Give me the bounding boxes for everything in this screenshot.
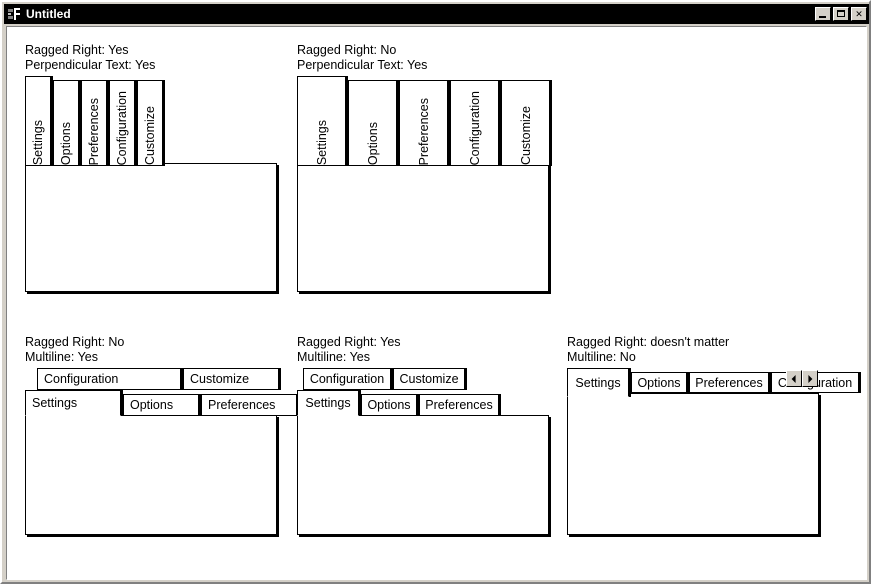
tab-preferences[interactable]: Preferences <box>399 80 448 166</box>
tab-label: Configuration <box>309 372 385 386</box>
demo-label-line1: Ragged Right: No <box>297 43 397 57</box>
chevron-left-icon <box>791 374 796 383</box>
tab-panel-body <box>297 163 549 292</box>
tab-panel-body <box>25 415 277 535</box>
application-window: Untitled ✕ Ragged Right: Yes Perpendicul… <box>0 0 871 584</box>
tab-configuration[interactable]: Configuration <box>37 368 181 390</box>
tab-label: Options <box>59 121 73 165</box>
tab-configuration[interactable]: Configuration <box>450 80 499 166</box>
tab-label: Customize <box>190 372 250 386</box>
demo-label-line2: Perpendicular Text: Yes <box>25 58 156 72</box>
tab-label: Settings <box>575 375 621 390</box>
demo-label-line2: Multiline: Yes <box>297 350 370 364</box>
demo-label-line1: Ragged Right: No <box>25 335 125 349</box>
close-icon: ✕ <box>855 8 863 19</box>
tab-options[interactable]: Options <box>631 372 687 393</box>
app-icon[interactable] <box>7 6 23 22</box>
tab-options[interactable]: Options <box>361 394 417 416</box>
minimize-icon <box>819 16 826 18</box>
tab-label: Preferences <box>87 97 101 165</box>
demo-perpendicular-justified: Ragged Right: No Perpendicular Text: Yes… <box>297 43 550 292</box>
scroll-left-button[interactable] <box>786 370 802 387</box>
tab-options[interactable]: Options <box>348 80 397 166</box>
tab-label: Settings <box>32 396 78 410</box>
close-button[interactable]: ✕ <box>851 7 867 21</box>
maximize-button[interactable] <box>833 7 849 21</box>
tab-control: Settings Options Preferences Configurati… <box>567 368 859 548</box>
tab-preferences[interactable]: Preferences <box>419 394 499 416</box>
demo-label-line1: Ragged Right: doesn't matter <box>567 335 730 349</box>
scroll-right-button[interactable] <box>802 370 818 387</box>
window-controls: ✕ <box>815 7 867 21</box>
tab-label: Configuration <box>467 90 482 165</box>
tab-settings[interactable]: Settings <box>25 76 51 166</box>
tab-control: Configuration Customize Settings Options… <box>25 368 297 548</box>
tab-label: Options <box>637 375 681 390</box>
demo-label-line2: Multiline: No <box>567 350 636 364</box>
tab-label: Options <box>130 398 174 412</box>
tab-settings[interactable]: Settings <box>25 390 121 416</box>
tab-label: Customize <box>518 105 533 165</box>
title-bar[interactable]: Untitled ✕ <box>4 4 869 24</box>
tab-preferences[interactable]: Preferences <box>689 372 769 393</box>
window-title: Untitled <box>26 7 71 21</box>
tab-configuration[interactable]: Configuration <box>303 368 391 390</box>
tab-settings[interactable]: Settings <box>567 368 629 397</box>
tab-control: Configuration Customize Settings Options… <box>297 368 555 548</box>
tab-label: Settings <box>314 119 329 165</box>
tab-label: Settings <box>31 119 45 165</box>
demo-label-line1: Ragged Right: Yes <box>25 43 129 57</box>
tab-customize[interactable]: Customize <box>183 368 279 390</box>
tab-label: Settings <box>305 396 351 410</box>
tab-label: Preferences <box>695 375 763 390</box>
demo-label-line2: Multiline: Yes <box>25 350 98 364</box>
tab-preferences[interactable]: Preferences <box>81 80 107 166</box>
tab-label: Options <box>367 398 411 412</box>
tab-label: Options <box>365 121 380 165</box>
chevron-right-icon <box>808 374 813 383</box>
tab-preferences[interactable]: Preferences <box>201 394 297 416</box>
tab-configuration[interactable]: Configuration <box>109 80 135 166</box>
tab-control: Settings Options Preferences Configurati… <box>25 76 283 324</box>
tab-label: Customize <box>399 372 459 386</box>
demo-multiline-ragged: Ragged Right: Yes Multiline: Yes Configu… <box>297 335 549 535</box>
demo-singleline-scroll: Ragged Right: doesn't matter Multiline: … <box>567 335 859 535</box>
tab-label: Configuration <box>115 90 129 165</box>
tab-scroller <box>786 370 818 387</box>
tab-label: Preferences <box>425 398 493 412</box>
tab-options[interactable]: Options <box>53 80 79 166</box>
tab-panel-body <box>567 393 819 535</box>
tab-label: Preferences <box>208 398 276 412</box>
client-area: Ragged Right: Yes Perpendicular Text: Ye… <box>6 26 867 580</box>
tab-customize[interactable]: Customize <box>137 80 163 166</box>
demo-label-line1: Ragged Right: Yes <box>297 335 401 349</box>
demo-multiline-justified: Ragged Right: No Multiline: Yes Configur… <box>25 335 297 535</box>
maximize-icon <box>837 10 845 17</box>
tab-label: Customize <box>143 105 157 165</box>
tab-settings[interactable]: Settings <box>297 76 346 166</box>
tab-panel-body <box>25 163 277 292</box>
tab-options[interactable]: Options <box>123 394 199 416</box>
tab-customize[interactable]: Customize <box>393 368 465 390</box>
demo-perpendicular-ragged: Ragged Right: Yes Perpendicular Text: Ye… <box>25 43 277 292</box>
demo-label-line2: Perpendicular Text: Yes <box>297 58 428 72</box>
tab-label: Configuration <box>44 372 119 386</box>
tab-settings[interactable]: Settings <box>297 390 359 416</box>
tab-label: Preferences <box>416 97 431 165</box>
minimize-button[interactable] <box>815 7 831 21</box>
tab-customize[interactable]: Customize <box>501 80 550 166</box>
tab-control: Settings Options Preferences Configurati… <box>297 76 555 324</box>
tab-panel-body <box>297 415 549 535</box>
